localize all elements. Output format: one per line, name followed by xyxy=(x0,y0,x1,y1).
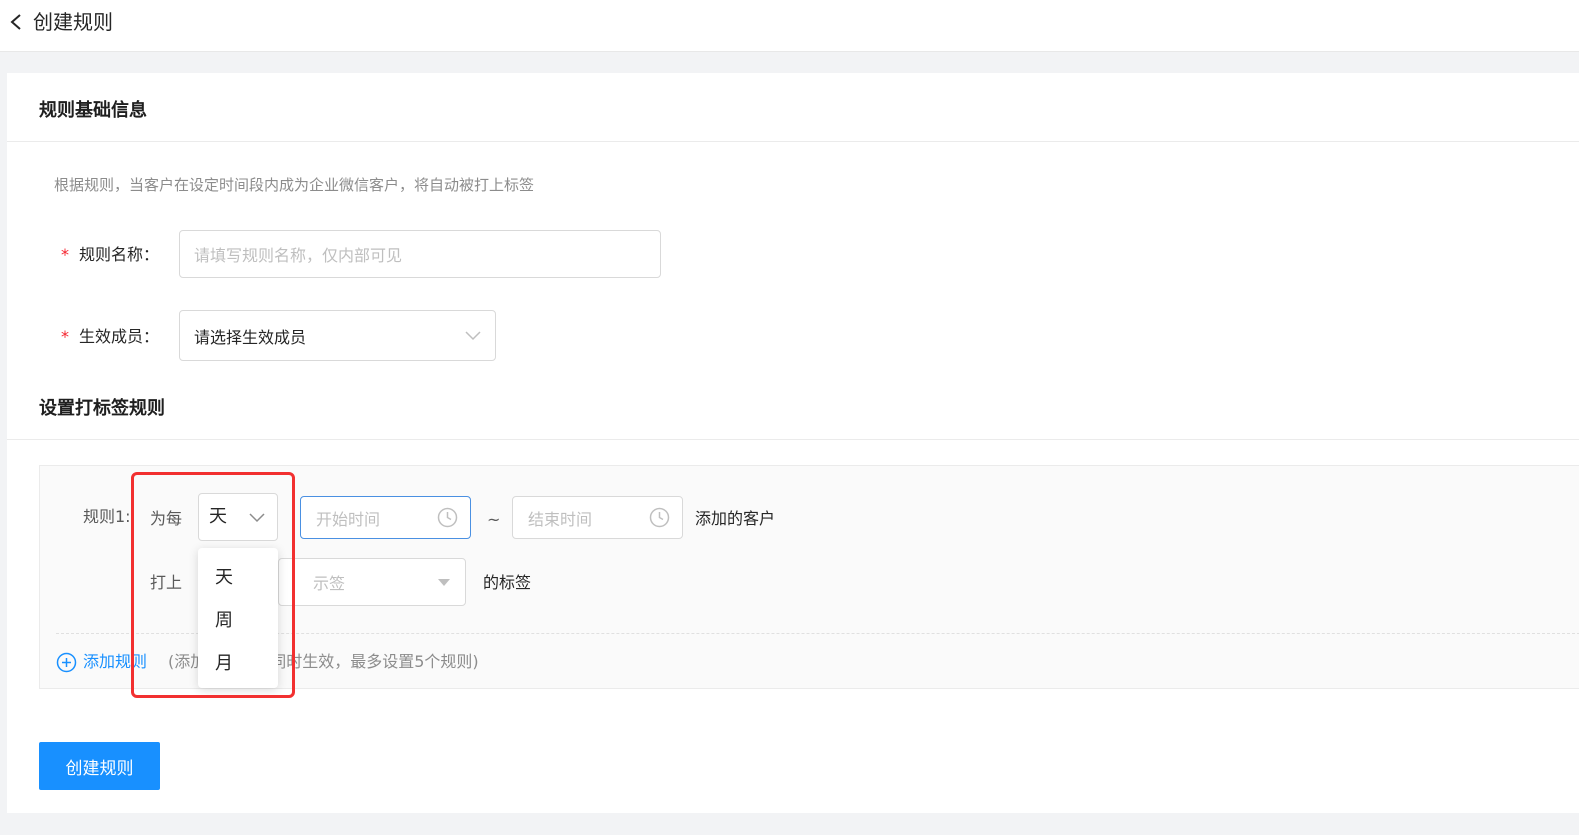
chevron-down-icon xyxy=(249,513,265,523)
start-time-placeholder: 开始时间 xyxy=(316,509,381,529)
end-time-input[interactable]: 结束时间 xyxy=(512,496,683,539)
rule-name-label-text: 规则名称： xyxy=(79,245,160,264)
unit-option-week[interactable]: 周 xyxy=(198,597,278,640)
member-select[interactable]: 请选择生效成员 xyxy=(179,310,496,361)
per-label: 为每 xyxy=(150,509,183,528)
rule-name-placeholder: 请填写规则名称，仅内部可见 xyxy=(194,246,403,265)
unit-option-month[interactable]: 月 xyxy=(198,640,278,683)
member-select-text: 请选择生效成员 xyxy=(194,327,307,347)
tag-select-text: 示签 xyxy=(313,574,346,593)
required-mark: * xyxy=(61,245,69,264)
rule-label: 规则1: xyxy=(83,507,131,526)
member-label-text: 生效成员： xyxy=(79,327,160,346)
unit-dropdown-menu: 天 周 月 xyxy=(198,548,278,688)
start-time-input[interactable]: 开始时间 xyxy=(300,496,471,539)
section-title-tag-rules: 设置打标签规则 xyxy=(39,398,165,419)
end-time-placeholder: 结束时间 xyxy=(528,509,593,529)
customers-suffix: 添加的客户 xyxy=(695,509,776,528)
unit-select[interactable]: 天 xyxy=(198,493,278,541)
time-separator: ~ xyxy=(487,510,501,529)
dashed-divider xyxy=(56,633,1579,634)
page-title: 创建规则 xyxy=(33,10,113,34)
tag-prefix: 打上 xyxy=(150,573,183,592)
divider xyxy=(7,141,1579,142)
chevron-left-icon[interactable] xyxy=(8,12,26,32)
divider xyxy=(7,439,1579,440)
section-title-basic: 规则基础信息 xyxy=(39,100,147,121)
add-rule-label: 添加规则 xyxy=(83,652,148,671)
clock-icon xyxy=(649,507,670,528)
rule-name-label: * 规则名称： xyxy=(61,244,159,266)
plus-circle-icon xyxy=(56,652,77,672)
caret-down-icon xyxy=(438,579,450,586)
form-card: 规则基础信息 根据规则，当客户在设定时间段内成为企业微信客户，将自动被打上标签 … xyxy=(7,73,1579,813)
rule-hint: 根据规则，当客户在设定时间段内成为企业微信客户，将自动被打上标签 xyxy=(54,176,535,194)
clock-icon xyxy=(437,507,458,528)
unit-option-day[interactable]: 天 xyxy=(198,554,278,597)
tag-select[interactable]: 示签 xyxy=(278,558,466,606)
rule-box: 规则1: 为每 天 开始时间 ~ 结束时间 添加的客户 打上 示签 的标签 添加… xyxy=(39,465,1579,689)
member-label: * 生效成员： xyxy=(61,326,159,348)
chevron-down-icon xyxy=(465,331,481,341)
unit-select-value: 天 xyxy=(209,506,227,527)
tag-suffix: 的标签 xyxy=(483,573,532,592)
add-rule-button[interactable]: 添加规则 xyxy=(56,651,147,673)
required-mark: * xyxy=(61,327,69,346)
rule-name-input[interactable]: 请填写规则名称，仅内部可见 xyxy=(179,230,661,278)
top-bar: 创建规则 xyxy=(0,0,1579,52)
create-rule-button[interactable]: 创建规则 xyxy=(39,742,160,790)
